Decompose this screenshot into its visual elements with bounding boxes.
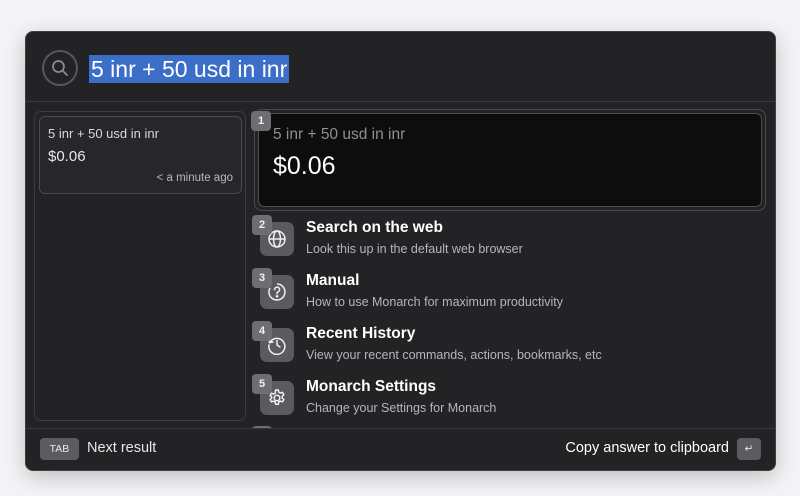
- result-number-badge: 2: [252, 215, 272, 235]
- answer-value: $0.06: [273, 152, 336, 180]
- history-item-answer: $0.06: [48, 148, 86, 165]
- result-manual[interactable]: 3 Manual How to use Monarch for maximum …: [250, 268, 765, 318]
- result-title: Monarch Settings: [306, 378, 437, 395]
- result-subtitle: How to use Monarch for maximum productiv…: [306, 295, 564, 309]
- history-item-query: 5 inr + 50 usd in inr: [48, 126, 159, 141]
- history-item[interactable]: 5 inr + 50 usd in inr $0.06 < a minute a…: [39, 116, 242, 194]
- enter-key-icon[interactable]: ↵: [737, 438, 761, 460]
- history-item-time: < a minute ago: [156, 172, 233, 184]
- search-bar: 5 inr + 50 usd in inr: [26, 32, 775, 102]
- search-input[interactable]: 5 inr + 50 usd in inr: [89, 55, 290, 83]
- result-monarch-settings[interactable]: 5 Monarch Settings Change your Settings …: [250, 374, 765, 424]
- result-subtitle: Change your Settings for Monarch: [306, 401, 497, 415]
- result-recent-history[interactable]: 4 Recent History View your recent comman…: [250, 321, 765, 371]
- result-number-badge: 1: [251, 111, 271, 131]
- result-title: Recent History: [306, 325, 416, 342]
- result-subtitle: Look this up in the default web browser: [306, 242, 523, 256]
- result-subtitle: View your recent commands, actions, book…: [306, 348, 602, 362]
- next-result-label: Next result: [87, 440, 157, 456]
- answer-card[interactable]: 5 inr + 50 usd in inr $0.06: [254, 109, 766, 211]
- search-icon: [42, 50, 78, 86]
- answer-query: 5 inr + 50 usd in inr: [273, 126, 406, 143]
- launcher-window: 5 inr + 50 usd in inr 5 inr + 50 usd in …: [25, 31, 776, 471]
- tab-key-hint[interactable]: TAB: [40, 438, 79, 460]
- result-search-web[interactable]: 2 Search on the web Look this up in the …: [250, 215, 765, 265]
- copy-answer-label[interactable]: Copy answer to clipboard: [565, 440, 729, 456]
- result-title: Manual: [306, 272, 360, 289]
- result-number-badge: 3: [252, 268, 272, 288]
- result-number-badge: 5: [252, 374, 272, 394]
- result-number-badge: 4: [252, 321, 272, 341]
- result-title: Search on the web: [306, 219, 443, 236]
- history-panel: 5 inr + 50 usd in inr $0.06 < a minute a…: [34, 111, 246, 421]
- footer-bar: TAB Next result Copy answer to clipboard…: [26, 428, 775, 470]
- answer-card-body: 5 inr + 50 usd in inr $0.06: [258, 113, 762, 207]
